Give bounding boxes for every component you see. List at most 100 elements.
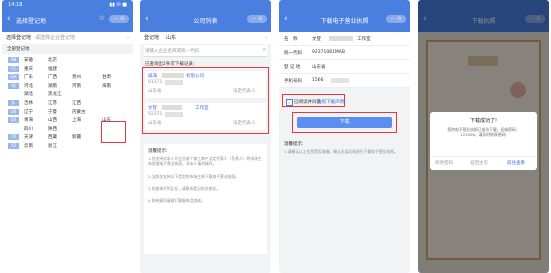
index-letter: AB	[8, 57, 19, 63]
province-item[interactable]: 上海	[72, 117, 81, 123]
index-letter: GH	[8, 74, 19, 81]
field-name: 名 称 文登 工作室	[279, 32, 410, 46]
search-input[interactable]: 请输入企业名称或统一代码 ⌕	[144, 45, 267, 57]
favorite-icon[interactable]: ☆	[99, 14, 105, 22]
highlight-company-list	[142, 67, 269, 134]
province-item[interactable]: 陕西	[48, 126, 57, 132]
index-letter: HJ	[8, 82, 19, 89]
field-label: 统一代码	[284, 51, 302, 56]
highlight-agree	[282, 94, 345, 107]
tip: 1.请确认以上信息是否准确，确认无误后再进行下载电子营业执照。	[284, 149, 398, 154]
province-item[interactable]: 重庆	[24, 66, 33, 72]
capsule-menu[interactable]: ··· ⊙	[247, 15, 267, 23]
location-value: 山东	[166, 35, 177, 41]
success-dialog: 下载成功了! 您的电子营业执照已成功下载，初始密码：123456，请及时修改密码…	[430, 112, 537, 170]
location-label: 登记地	[144, 35, 160, 41]
province-item[interactable]: 西藏	[48, 134, 57, 140]
index-letter: TX	[8, 134, 19, 141]
province-item[interactable]: 黑龙江	[48, 91, 62, 97]
header: ‹ 下载电子营业执照 ··· ⊙	[279, 0, 410, 32]
status-icons: ▮▮ ✉ ■	[109, 2, 127, 8]
province-item[interactable]: 广西	[48, 74, 57, 80]
province-item[interactable]: 天津	[24, 134, 33, 140]
province-item[interactable]: 山东	[102, 117, 111, 123]
tip-3: 3.如查询不到企业，请联系登记机关核实。	[148, 186, 220, 191]
province-item[interactable]: 贵州	[72, 74, 81, 80]
index-letter: CF	[8, 65, 19, 72]
screen-select-region: 14:18 ▮▮ ✉ ■ ‹ 选择登记地 ☆ ··· ⊙ 选择登记地 请选择企业…	[2, 0, 133, 273]
province-item[interactable]: 山西	[48, 117, 57, 123]
redaction	[329, 36, 353, 41]
province-item[interactable]: 甘肃	[102, 74, 111, 80]
field-value: 文登	[312, 37, 321, 42]
field-value: 山东省	[312, 65, 326, 70]
region-label: 选择登记地	[6, 35, 32, 41]
back-home-button[interactable]: 返回主页	[470, 160, 488, 166]
province-item[interactable]: 云南	[24, 143, 33, 149]
tips-title: 温馨提示:	[148, 149, 168, 154]
province-item[interactable]: 福建	[48, 66, 57, 72]
province-item[interactable]: 内蒙古	[72, 109, 86, 115]
change-password-button[interactable]: 修改密码	[435, 160, 453, 166]
index-letter: QS	[8, 117, 19, 124]
field-phone: 手机号码 1566	[279, 74, 410, 88]
province-item[interactable]: 江西	[72, 100, 81, 106]
section-title: 全部登记地	[7, 47, 30, 52]
back-icon[interactable]: ‹	[7, 14, 11, 24]
index-letter: LN	[8, 108, 19, 115]
tip-2: 2.当前仅支持以下类型的市场主体下载电子营业执照。	[148, 174, 239, 179]
dialog-message: 您的电子营业执照已成功下载，初始密码：123456，请及时修改密码!	[447, 127, 520, 137]
tip-1: 1.仅支持对本人为企业或个体工商户法定代表人（负责人）的市场主体发放电子营业执照…	[148, 156, 262, 166]
province-item[interactable]: 青海	[24, 117, 33, 123]
province-item[interactable]: 安徽	[24, 57, 33, 63]
header: 14:18 ▮▮ ✉ ■ ‹ 选择登记地 ☆ ··· ⊙	[2, 0, 133, 32]
province-item[interactable]: 河南	[72, 83, 81, 89]
screen-download-success: ‹ 下载执照 ··· ⊙ 下载成功了! 您的电子营业执照已成功下载，初始密码：1…	[418, 0, 549, 273]
province-item[interactable]: 辽宁	[24, 109, 33, 115]
page-title: 选择登记地	[16, 18, 47, 25]
region-placeholder: 请选择企业登记地	[35, 35, 76, 41]
province-item[interactable]: 湖南	[48, 83, 57, 89]
province-item[interactable]: 海南	[102, 83, 111, 89]
divider	[430, 156, 537, 157]
field-value-suffix: 工作室	[357, 37, 371, 42]
tips-title: 温馨提示:	[284, 142, 304, 147]
capsule-menu[interactable]: ··· ⊙	[109, 15, 129, 23]
field-value: 1566	[312, 78, 324, 83]
tip-4: 4.如有疑问请拨打客服电话咨询。	[148, 198, 205, 203]
status-time: 14:18	[8, 2, 23, 8]
region-selector[interactable]: 选择登记地 请选择企业登记地 ›	[2, 32, 133, 44]
province-item[interactable]: 江苏	[48, 100, 57, 106]
province-item[interactable]: 广东	[24, 74, 33, 80]
chevron-right-icon: ›	[127, 35, 129, 41]
redaction	[331, 78, 349, 83]
screen-company-list: ‹ 公司列表 ··· ⊙ 登记地 山东 › 请输入企业名称或统一代码 ⌕ 已查询…	[140, 0, 271, 273]
highlight-shandong	[101, 121, 126, 143]
province-item[interactable]: 新疆	[72, 134, 81, 140]
field-label: 名 称	[284, 37, 298, 42]
highlight-download	[292, 112, 397, 133]
index-letter: YZ	[8, 143, 19, 149]
province-item[interactable]: 吉林	[24, 100, 33, 106]
province-item[interactable]: 浙江	[48, 143, 57, 149]
view-license-button[interactable]: 前往查看	[507, 160, 525, 166]
search-placeholder: 请输入企业名称或统一代码	[145, 49, 199, 54]
province-list	[2, 54, 133, 273]
province-item[interactable]: 湖北	[24, 91, 33, 97]
search-icon[interactable]: ⌕	[263, 46, 266, 54]
screen-download-form: ‹ 下载电子营业执照 ··· ⊙ 名 称 文登 工作室 统一代码 9237108…	[279, 0, 410, 273]
province-item[interactable]: 河北	[24, 83, 33, 89]
location-row[interactable]: 登记地 山东 ›	[140, 32, 271, 44]
field-label: 登 记 地	[284, 65, 301, 70]
field-region: 登 记 地 山东省	[279, 60, 410, 74]
chevron-right-icon: ›	[265, 35, 267, 41]
index-letter: JL	[8, 100, 19, 106]
capsule-menu[interactable]: ··· ⊙	[386, 15, 406, 23]
province-item[interactable]: 四川	[24, 126, 33, 132]
field-code: 统一代码 92371081MAB	[279, 46, 410, 60]
header: ‹ 公司列表 ··· ⊙	[140, 0, 271, 32]
field-value: 92371081MAB	[312, 50, 345, 55]
province-item[interactable]: 北京	[48, 57, 57, 63]
province-item[interactable]: 宁夏	[48, 109, 57, 115]
field-label: 手机号码	[284, 79, 302, 84]
